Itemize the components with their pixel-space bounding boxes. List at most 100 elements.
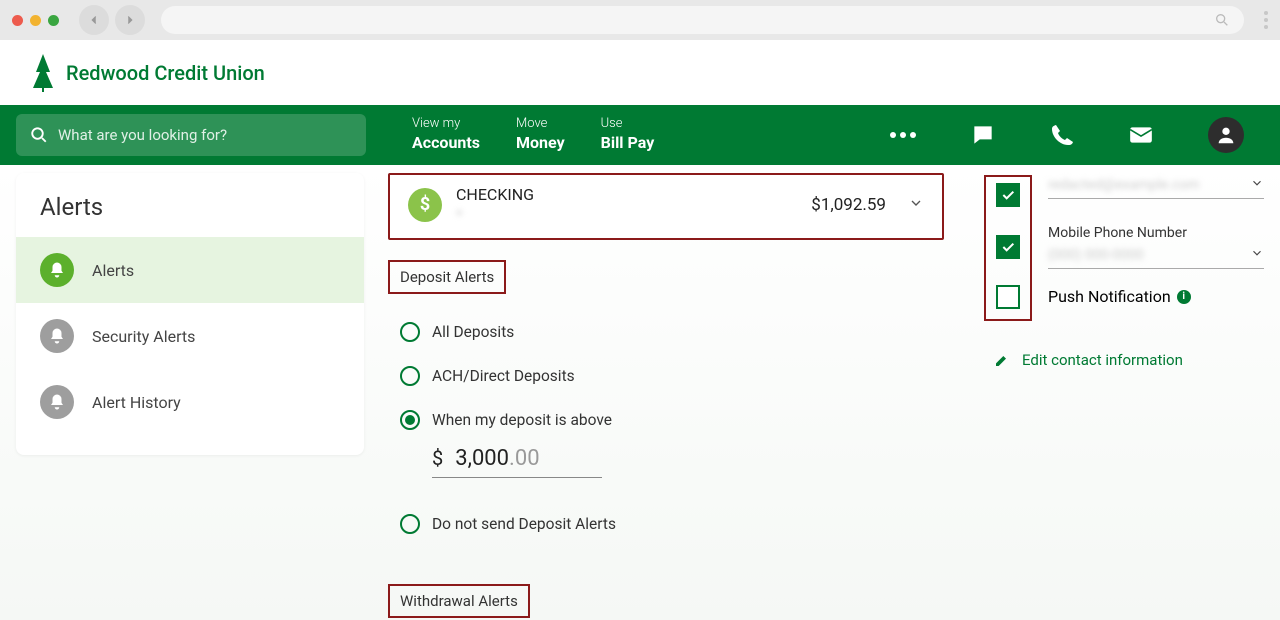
mobile-label: Mobile Phone Number <box>1048 225 1264 241</box>
alerts-sidebar: Alerts Alerts Security Alerts Alert Hist… <box>16 173 364 455</box>
mobile-checkbox[interactable] <box>996 235 1020 259</box>
messages-button[interactable] <box>970 122 996 148</box>
radio-icon <box>400 366 420 386</box>
content-main: $ CHECKING * $1,092.59 Deposit Alerts Al… <box>388 173 944 620</box>
email-checkbox[interactable] <box>996 183 1020 207</box>
nav-items: View my Accounts Move Money Use Bill Pay <box>412 116 654 154</box>
main-area: Alerts Alerts Security Alerts Alert Hist… <box>0 165 1280 620</box>
sidebar-title: Alerts <box>16 193 364 237</box>
browser-url-bar[interactable] <box>161 6 1244 34</box>
edit-contact-label: Edit contact information <box>1022 351 1183 369</box>
edit-contact-link[interactable]: Edit contact information <box>994 351 1264 369</box>
account-number-masked: * <box>456 206 797 224</box>
withdrawal-alerts-heading: Withdrawal Alerts <box>388 584 530 618</box>
window-minimize-dot[interactable] <box>30 15 41 26</box>
more-menu-button[interactable] <box>890 132 916 138</box>
search-icon <box>30 126 48 144</box>
account-info: CHECKING * <box>456 185 797 224</box>
phone-button[interactable] <box>1050 123 1074 147</box>
sidebar-item-label: Alerts <box>92 261 134 280</box>
chat-icon <box>970 122 996 148</box>
bell-icon <box>40 253 74 287</box>
radio-label: When my deposit is above <box>432 411 612 429</box>
avatar-icon <box>1208 117 1244 153</box>
browser-back-button[interactable] <box>79 5 109 35</box>
chevron-down-icon <box>908 195 924 215</box>
mail-button[interactable] <box>1128 122 1154 148</box>
withdrawal-alerts-section: Withdrawal Alerts <box>388 546 944 618</box>
chevron-left-icon <box>87 13 101 27</box>
check-icon <box>1000 187 1016 203</box>
account-selector[interactable]: $ CHECKING * $1,092.59 <box>388 173 944 240</box>
browser-forward-button[interactable] <box>115 5 145 35</box>
contact-mobile-row: Mobile Phone Number (000) 000-0000 <box>984 225 1264 277</box>
radio-label: ACH/Direct Deposits <box>432 367 575 385</box>
search-icon <box>1214 12 1230 28</box>
mobile-field[interactable]: Mobile Phone Number (000) 000-0000 <box>1048 225 1264 269</box>
sidebar-item-label: Security Alerts <box>92 327 195 346</box>
chevron-right-icon <box>123 13 137 27</box>
browser-chrome <box>0 0 1280 40</box>
radio-icon <box>400 410 420 430</box>
radio-label: Do not send Deposit Alerts <box>432 515 616 533</box>
sidebar-item-alerts[interactable]: Alerts <box>16 237 364 303</box>
chevron-down-icon <box>1250 245 1264 264</box>
phone-icon <box>1050 123 1074 147</box>
radio-deposit-above[interactable]: When my deposit is above <box>400 398 944 442</box>
sidebar-item-alert-history[interactable]: Alert History <box>16 369 364 435</box>
account-balance: $1,092.59 <box>811 195 886 215</box>
window-controls <box>12 15 59 26</box>
dollar-icon: $ <box>408 188 442 222</box>
checkbox-highlight-wrap <box>984 175 1032 225</box>
deposit-alert-options: All Deposits ACH/Direct Deposits When my… <box>400 310 944 546</box>
envelope-icon <box>1128 122 1154 148</box>
site-search-box[interactable] <box>16 114 366 156</box>
radio-no-deposit-alerts[interactable]: Do not send Deposit Alerts <box>400 502 944 546</box>
chevron-down-icon <box>1250 175 1264 194</box>
profile-button[interactable] <box>1208 117 1244 153</box>
radio-icon <box>400 322 420 342</box>
main-nav-bar: View my Accounts Move Money Use Bill Pay <box>0 105 1280 165</box>
brand-header: Redwood Credit Union <box>0 40 1280 105</box>
content: $ CHECKING * $1,092.59 Deposit Alerts Al… <box>388 173 1264 620</box>
info-icon[interactable]: i <box>1177 290 1191 304</box>
check-icon <box>1000 239 1016 255</box>
redwood-tree-icon <box>30 54 56 92</box>
window-maximize-dot[interactable] <box>48 15 59 26</box>
push-field: Push Notification i <box>1048 277 1264 306</box>
radio-label: All Deposits <box>432 323 514 341</box>
site-search-input[interactable] <box>58 126 352 144</box>
pencil-icon <box>994 352 1010 368</box>
brand-name: Redwood Credit Union <box>66 61 265 85</box>
nav-item-bill-pay[interactable]: Use Bill Pay <box>601 116 655 154</box>
radio-all-deposits[interactable]: All Deposits <box>400 310 944 354</box>
bell-icon <box>40 385 74 419</box>
radio-icon <box>400 514 420 534</box>
window-close-dot[interactable] <box>12 15 23 26</box>
checkbox-highlight-wrap <box>984 277 1032 321</box>
sidebar-item-label: Alert History <box>92 393 181 412</box>
contact-push-row: Push Notification i <box>984 277 1264 321</box>
deposit-threshold-input[interactable]: $ 3,000.00 <box>432 446 602 478</box>
browser-nav-arrows <box>79 5 145 35</box>
checkbox-highlight-wrap <box>984 225 1032 277</box>
nav-right-icons <box>890 117 1264 153</box>
email-value: redacted@example.com <box>1048 177 1250 193</box>
nav-item-accounts[interactable]: View my Accounts <box>412 116 480 154</box>
nav-item-move-money[interactable]: Move Money <box>516 116 565 154</box>
push-label: Push Notification <box>1048 287 1171 306</box>
amount-value: 3,000.00 <box>455 446 539 471</box>
email-field[interactable]: redacted@example.com <box>1048 175 1264 199</box>
mobile-value: (000) 000-0000 <box>1048 247 1250 263</box>
account-name: CHECKING <box>456 185 797 204</box>
contact-email-row: redacted@example.com <box>984 175 1264 225</box>
sidebar-item-security-alerts[interactable]: Security Alerts <box>16 303 364 369</box>
brand-logo[interactable]: Redwood Credit Union <box>30 54 265 92</box>
radio-ach-deposits[interactable]: ACH/Direct Deposits <box>400 354 944 398</box>
browser-menu-button[interactable] <box>1264 11 1268 29</box>
bell-icon <box>40 319 74 353</box>
currency-symbol: $ <box>432 446 443 470</box>
push-checkbox[interactable] <box>996 285 1020 309</box>
contact-preferences: redacted@example.com Mobile Phone Number <box>984 173 1264 620</box>
deposit-alerts-heading: Deposit Alerts <box>388 260 506 294</box>
